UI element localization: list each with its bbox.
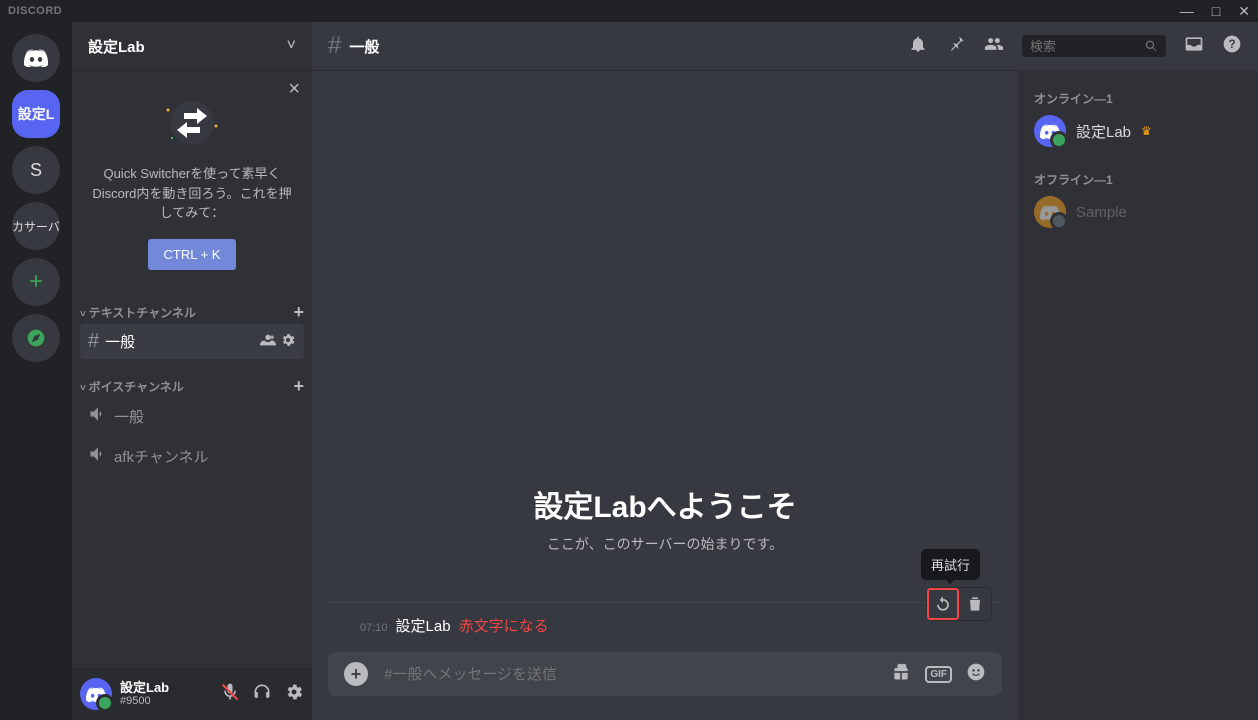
hash-icon: #	[88, 330, 99, 353]
member-name: 設定Lab	[1076, 121, 1131, 142]
channel-title: 一般	[349, 36, 379, 57]
add-channel-icon[interactable]: +	[293, 302, 304, 323]
messages-area: 設定Labへようこそ ここが、このサーバーの始まりです。 07:10 設定Lab…	[312, 70, 1018, 652]
close-icon[interactable]: ×	[288, 78, 300, 101]
invite-icon[interactable]	[260, 332, 276, 351]
speaker-icon	[88, 404, 108, 430]
swap-arrows-icon	[88, 98, 296, 148]
quick-switcher-key[interactable]: CTRL + K	[148, 239, 237, 270]
user-avatar[interactable]	[80, 678, 112, 710]
user-tag: #9500	[120, 695, 169, 708]
message-row: 07:10 設定Lab 赤文字になる 再試行	[328, 602, 1002, 636]
add-channel-icon[interactable]: +	[293, 376, 304, 397]
voice-channel-item[interactable]: afkチャンネル	[80, 438, 304, 476]
user-info[interactable]: 設定Lab #9500	[120, 680, 169, 709]
message-input-box[interactable]: + GIF	[328, 652, 1002, 696]
welcome-title: 設定Labへようこそ	[328, 482, 1002, 526]
quick-switcher-text: Quick Switcherを使って素早くDiscord内を動き回ろう。これを押…	[88, 164, 296, 223]
text-channel-item[interactable]: # 一般	[80, 324, 304, 359]
main-content: # 一般 ? 設定Labへようこそ ここが、このサーバーの始まりです	[312, 22, 1258, 720]
gif-button[interactable]: GIF	[925, 666, 952, 683]
server-name: 設定Lab	[88, 36, 145, 57]
retry-tooltip: 再試行	[921, 549, 980, 580]
discord-logo-icon	[1040, 124, 1060, 139]
deafen-icon[interactable]	[252, 682, 272, 707]
settings-icon[interactable]	[284, 682, 304, 707]
offline-header: オフライン—1	[1026, 171, 1250, 192]
speaker-icon	[88, 444, 108, 470]
hash-icon: #	[328, 32, 341, 60]
pinned-icon[interactable]	[946, 34, 966, 59]
member-item[interactable]: 設定Lab ♛	[1026, 111, 1250, 151]
notifications-icon[interactable]	[908, 34, 928, 59]
search-box[interactable]	[1022, 35, 1166, 57]
category-label: テキストチャンネル	[80, 304, 196, 321]
channel-name: 一般	[114, 406, 144, 427]
message-actions	[926, 587, 992, 621]
help-icon[interactable]: ?	[1222, 34, 1242, 59]
delete-button[interactable]	[959, 588, 991, 620]
app-logo-text: DISCORD	[8, 5, 62, 17]
online-header: オンライン—1	[1026, 90, 1250, 111]
members-icon[interactable]	[984, 34, 1004, 59]
add-server-button[interactable]: +	[12, 258, 60, 306]
guild-active[interactable]: 設定L	[12, 90, 60, 138]
home-button[interactable]	[12, 34, 60, 82]
message-input[interactable]	[384, 666, 875, 683]
voice-channel-item[interactable]: 一般	[80, 398, 304, 436]
chevron-down-icon: ˅	[287, 37, 296, 55]
attach-button[interactable]: +	[344, 662, 368, 686]
maximize-button[interactable]: □	[1212, 3, 1220, 20]
channel-name: 一般	[105, 331, 135, 352]
message-text: 赤文字になる	[459, 615, 549, 636]
search-icon	[1144, 38, 1158, 54]
server-header[interactable]: 設定Lab ˅	[72, 22, 312, 70]
channel-sidebar: 設定Lab ˅ × Quick Switcherを使って素早くDiscord内を…	[72, 22, 312, 720]
guild-list: 設定L S カサーバ +	[0, 22, 72, 720]
quick-switcher-card: × Quick Switcherを使って素早くDiscord内を動き回ろう。これ…	[72, 70, 312, 286]
discord-logo-icon	[1040, 205, 1060, 220]
emoji-icon[interactable]	[966, 662, 986, 687]
channel-header: # 一般 ?	[312, 22, 1258, 70]
member-item[interactable]: Sample	[1026, 192, 1250, 232]
message-time: 07:10	[360, 622, 388, 634]
guild-add-server-text[interactable]: カサーバ	[12, 202, 60, 250]
members-list: オンライン—1 設定Lab ♛ オフライン—1 Sample	[1018, 70, 1258, 720]
welcome-subtitle: ここが、このサーバーの始まりです。	[328, 534, 1002, 554]
mute-icon[interactable]	[220, 682, 240, 707]
retry-button[interactable]	[927, 588, 959, 620]
discord-logo-icon	[86, 687, 106, 702]
user-name: 設定Lab	[120, 680, 169, 696]
member-name: Sample	[1076, 204, 1127, 221]
member-avatar	[1034, 196, 1066, 228]
close-button[interactable]: ✕	[1238, 3, 1250, 20]
search-input[interactable]	[1030, 39, 1144, 54]
gift-icon[interactable]	[891, 662, 911, 687]
member-avatar	[1034, 115, 1066, 147]
guild-s[interactable]: S	[12, 146, 60, 194]
category-label: ボイスチャンネル	[80, 378, 184, 395]
window-controls: — □ ✕	[1180, 3, 1250, 20]
minimize-button[interactable]: —	[1180, 3, 1194, 20]
user-panel: 設定Lab #9500	[72, 668, 312, 720]
titlebar: DISCORD — □ ✕	[0, 0, 1258, 22]
message-input-area: + GIF	[312, 652, 1018, 720]
channel-name: afkチャンネル	[114, 446, 209, 467]
inbox-icon[interactable]	[1184, 34, 1204, 59]
crown-icon: ♛	[1141, 124, 1152, 138]
compass-icon	[26, 328, 46, 348]
text-channels-category[interactable]: テキストチャンネル +	[72, 286, 312, 323]
explore-button[interactable]	[12, 314, 60, 362]
gear-icon[interactable]	[280, 332, 296, 351]
svg-text:?: ?	[1228, 38, 1235, 51]
voice-channels-category[interactable]: ボイスチャンネル +	[72, 360, 312, 397]
welcome-block: 設定Labへようこそ ここが、このサーバーの始まりです。	[328, 482, 1002, 554]
discord-logo-icon	[24, 49, 48, 67]
message-author: 設定Lab	[396, 615, 451, 636]
